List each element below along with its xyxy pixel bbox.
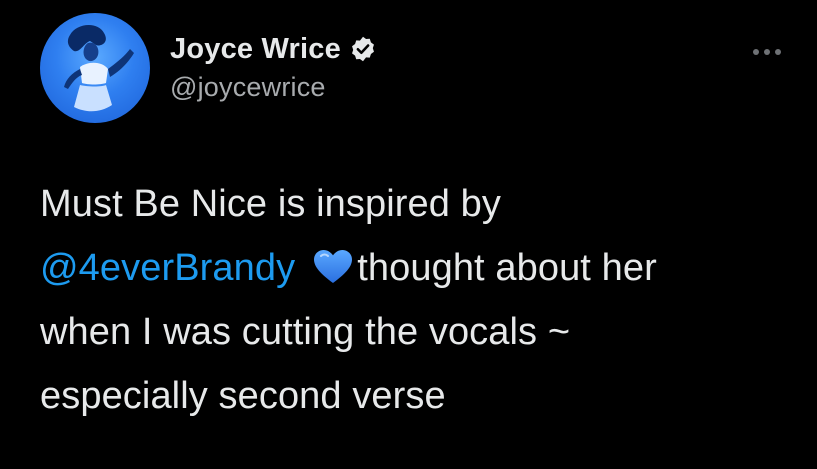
tweet-header: Joyce Wrice @joycewrice xyxy=(170,30,377,103)
mention-link[interactable]: @4everBrandy xyxy=(40,247,295,289)
author-display-name[interactable]: Joyce Wrice xyxy=(170,33,341,66)
tweet-line-3: when I was cutting the vocals ~ xyxy=(40,300,800,364)
tweet-text-part2: thought about her xyxy=(357,247,657,289)
more-options-ellipsis-icon[interactable] xyxy=(751,44,783,55)
tweet-text: Must Be Nice is inspired by @4everBrandy… xyxy=(40,172,800,428)
tweet-line-2: @4everBrandy thought about her xyxy=(40,236,800,300)
avatar-image xyxy=(64,24,134,112)
verified-badge-icon xyxy=(349,35,377,63)
avatar[interactable] xyxy=(40,13,150,123)
name-row: Joyce Wrice xyxy=(170,30,377,68)
tweet-line-4: especially second verse xyxy=(40,364,800,428)
tweet-text-part4: especially second verse xyxy=(40,375,446,417)
author-handle[interactable]: @joycewrice xyxy=(170,72,377,103)
tweet-card: Joyce Wrice @joycewrice Must Be Nice is … xyxy=(0,0,817,469)
tweet-text-part1: Must Be Nice is inspired by xyxy=(40,183,501,225)
tweet-line-1: Must Be Nice is inspired by xyxy=(40,172,800,236)
tweet-text-part3: when I was cutting the vocals ~ xyxy=(40,311,571,353)
blue-heart-icon xyxy=(313,241,353,283)
